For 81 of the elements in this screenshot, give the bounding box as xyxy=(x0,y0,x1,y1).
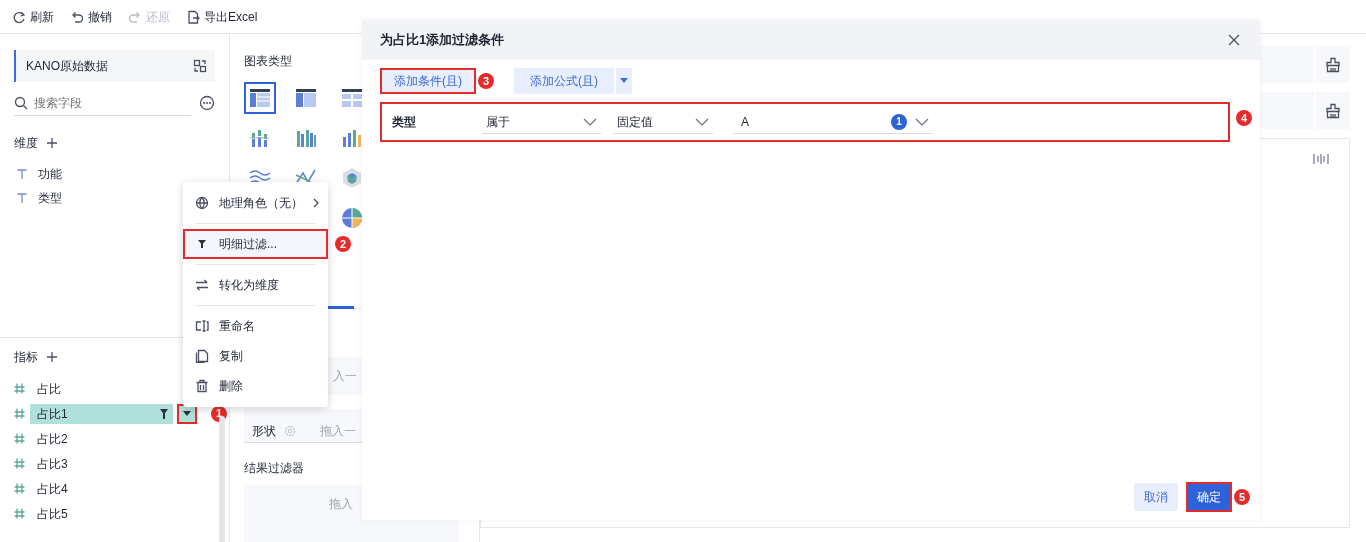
field-label: 占比5 xyxy=(37,505,68,523)
tab-indicator xyxy=(328,306,354,309)
field-label: 功能 xyxy=(38,166,62,183)
section-title: 指标 xyxy=(14,349,38,366)
gear-icon xyxy=(284,424,296,437)
number-type-icon xyxy=(14,507,26,520)
drop-placeholder: 拖入 xyxy=(329,497,353,511)
section-title: 图表类型 xyxy=(244,53,293,70)
field-label: 占比4 xyxy=(37,480,68,498)
menu-item[interactable]: 复制 xyxy=(183,341,328,371)
operator-select[interactable]: 属于 xyxy=(482,110,601,134)
brush-icon[interactable] xyxy=(1325,102,1341,119)
field-label: 占比 xyxy=(37,380,61,398)
field-item[interactable]: 功能 xyxy=(14,162,215,186)
field-item[interactable]: 占比4 xyxy=(30,478,207,499)
chevron-down-icon xyxy=(915,117,929,126)
annotation-marker: 3 xyxy=(478,73,494,89)
field-item[interactable]: 占比1 xyxy=(30,403,173,424)
toolbar-button[interactable]: 刷新 xyxy=(12,7,54,26)
plus-icon[interactable] xyxy=(46,137,58,149)
cancel-button[interactable]: 取消 xyxy=(1134,483,1178,511)
refresh-icon xyxy=(12,9,26,24)
field-item[interactable]: 占比3 xyxy=(30,453,207,474)
text-type-icon xyxy=(16,168,28,180)
filter-icon xyxy=(195,237,209,251)
search-field[interactable]: 搜索字段 xyxy=(32,92,172,113)
add-formula-button[interactable]: 添加公式(且) xyxy=(514,68,614,94)
chart-type-button[interactable] xyxy=(244,82,276,114)
menu-item[interactable]: 删除 xyxy=(183,371,328,401)
number-type-icon xyxy=(14,382,26,395)
number-type-icon xyxy=(14,407,26,420)
undo-icon xyxy=(70,9,84,24)
number-type-icon xyxy=(14,457,26,470)
scrollbar[interactable] xyxy=(219,416,225,542)
brush-icon[interactable] xyxy=(1325,56,1341,73)
count-badge: 1 xyxy=(891,113,907,130)
trash-icon xyxy=(195,379,209,393)
number-type-icon xyxy=(14,482,26,495)
drop-placeholder: 拖入一 xyxy=(320,422,356,440)
redo-icon xyxy=(128,9,142,24)
dialog-title: 为占比1添加过滤条件 xyxy=(380,31,505,50)
value-type-select[interactable]: 固定值 xyxy=(613,110,713,134)
swap-icon xyxy=(195,278,209,292)
section-title: 维度 xyxy=(14,135,38,152)
add-condition-button[interactable]: 添加条件(且) xyxy=(380,68,476,94)
drop-placeholder: 入一 xyxy=(333,368,357,385)
globe-icon xyxy=(195,196,209,210)
field-label: 类型 xyxy=(38,190,62,207)
field-label: 占比2 xyxy=(37,430,68,448)
menu-item[interactable]: 重命名 xyxy=(183,311,328,341)
export-icon xyxy=(186,9,200,24)
annotation-marker: 5 xyxy=(1234,489,1250,505)
drop-zone-label: 形状 xyxy=(252,422,276,440)
section-title: 结果过滤器 xyxy=(244,460,305,477)
text-type-icon xyxy=(16,192,28,204)
field-label: 占比3 xyxy=(37,455,68,473)
annotation-marker: 4 xyxy=(1236,110,1252,126)
caret-icon xyxy=(183,410,191,417)
copy-icon xyxy=(195,349,209,363)
field-item[interactable]: 占比2 xyxy=(30,428,207,449)
number-type-icon xyxy=(14,432,26,445)
dataset-selector[interactable]: KANO原始数据 xyxy=(14,50,215,82)
caret-icon xyxy=(620,78,628,84)
toolbar-button[interactable]: 撤销 xyxy=(70,7,112,26)
field-label: 占比1 xyxy=(37,405,68,423)
annotation-marker: 2 xyxy=(335,236,351,252)
more-icon[interactable] xyxy=(199,95,215,111)
close-icon[interactable] xyxy=(1228,34,1240,46)
swap-icon[interactable] xyxy=(193,59,207,73)
chevron-down-icon xyxy=(583,117,597,126)
rename-icon xyxy=(195,319,209,333)
plus-icon[interactable] xyxy=(46,351,58,363)
menu-item[interactable]: 转化为维度 xyxy=(183,270,328,300)
dataset-name: KANO原始数据 xyxy=(26,58,108,75)
field-item[interactable]: 占比5 xyxy=(30,503,207,524)
search-icon xyxy=(14,95,28,110)
toolbar-button[interactable]: 导出Excel xyxy=(186,7,258,26)
confirm-button[interactable]: 确定 xyxy=(1186,482,1232,512)
condition-field: 类型 xyxy=(392,113,482,131)
value-select[interactable]: A 1 xyxy=(733,110,933,134)
chevron-down-icon xyxy=(695,117,709,126)
